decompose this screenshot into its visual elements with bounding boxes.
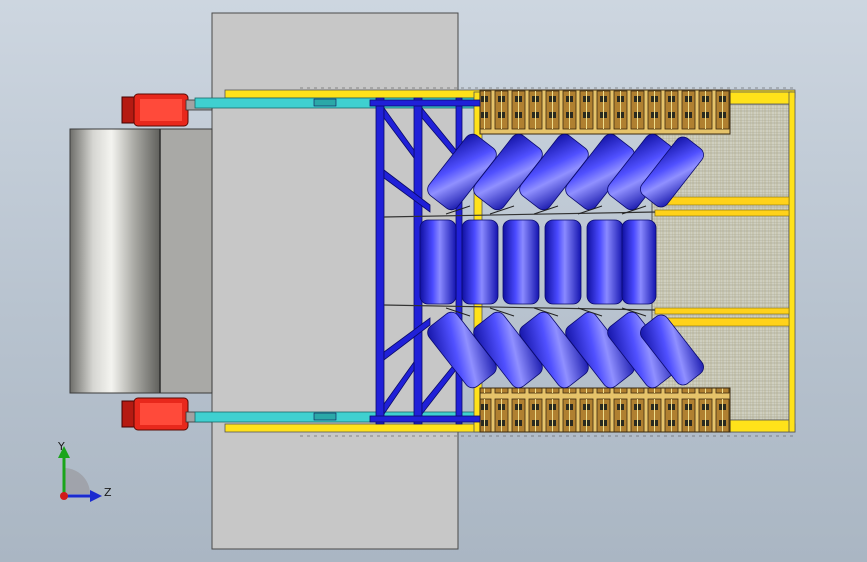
center-rollers <box>419 219 657 305</box>
cad-viewport[interactable]: Y Z <box>0 0 867 562</box>
conveyor-assembly-model[interactable] <box>0 0 867 562</box>
y-axis-label: Y <box>58 440 65 453</box>
lower-wing-rollers <box>427 311 704 389</box>
upper-wing-rollers <box>427 133 704 211</box>
head-drum <box>69 128 213 394</box>
triad-arc-icon <box>64 468 90 494</box>
chain-block-bottom <box>479 387 731 433</box>
chain-block-top <box>479 89 731 135</box>
orientation-triad: Y Z <box>48 438 118 508</box>
x-axis-dot-icon <box>60 492 68 500</box>
z-axis-label: Z <box>104 486 112 499</box>
